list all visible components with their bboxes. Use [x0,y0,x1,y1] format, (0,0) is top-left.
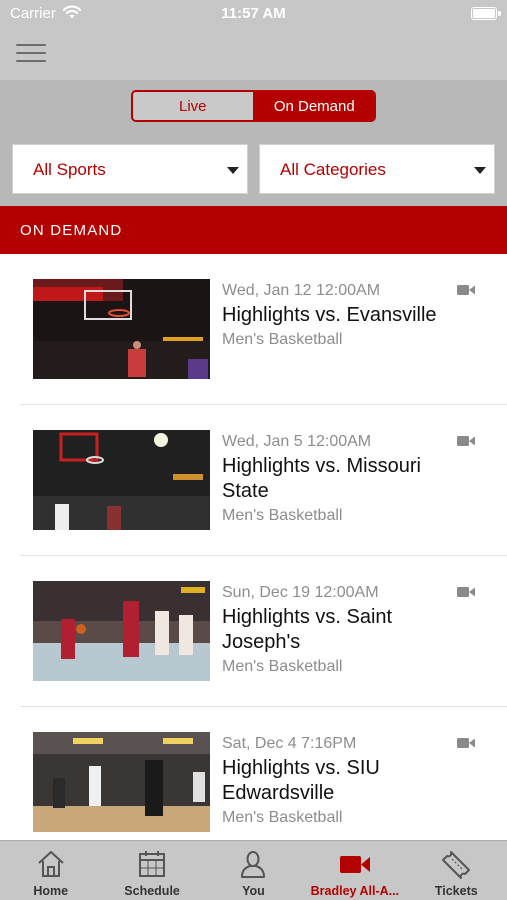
tab-schedule[interactable]: Schedule [101,841,202,900]
video-camera-icon [457,436,475,446]
video-date: Wed, Jan 5 12:00AM [222,433,372,450]
video-title: Highlights vs. Missouri State [222,455,421,502]
tab-label: Bradley All-A... [310,884,400,898]
video-camera-icon [457,587,475,597]
video-date: Wed, Jan 12 12:00AM [222,282,381,299]
tab-tickets[interactable]: Tickets [406,841,507,900]
status-time: 11:57 AM [221,5,286,22]
menu-icon[interactable] [16,44,46,66]
list-item[interactable]: Sat, Dec 4 7:16PM Highlights vs. SIU Edw… [20,707,507,840]
video-title: Highlights vs. SIU Edwardsville [222,757,380,804]
video-date: Sun, Dec 19 12:00AM [222,584,379,601]
section-header: ON DEMAND [0,206,507,254]
video-thumbnail [33,430,210,530]
video-sport: Men's Basketball [222,507,343,524]
video-camera-icon [457,285,475,295]
video-info: Sat, Dec 4 7:16PM Highlights vs. SIU Edw… [222,733,452,829]
video-title: Highlights vs. Evansville [222,304,437,326]
battery-icon [471,7,497,20]
status-bar: Carrier 11:57 AM [0,0,507,30]
video-sport: Men's Basketball [222,331,343,348]
video-info: Wed, Jan 12 12:00AM Highlights vs. Evans… [222,280,452,351]
video-info: Sun, Dec 19 12:00AM Highlights vs. Saint… [222,582,452,678]
video-camera-icon [339,856,370,873]
list-item[interactable]: Wed, Jan 12 12:00AM Highlights vs. Evans… [20,254,507,405]
live-ondemand-toggle[interactable]: Live On Demand [131,90,376,122]
tab-bradley-all-access[interactable]: Bradley All-A... [304,841,405,900]
chevron-down-icon [474,167,486,174]
live-segment[interactable]: Live [133,92,255,120]
video-title: Highlights vs. Saint Joseph's [222,606,393,653]
tab-label: Schedule [124,884,180,898]
sports-dropdown-label: All Sports [33,160,106,179]
tab-you[interactable]: You [203,841,304,900]
nav-bar [0,30,507,80]
video-sport: Men's Basketball [222,658,343,675]
chevron-down-icon [227,167,239,174]
tab-label: You [242,884,265,898]
video-camera-icon [457,738,475,748]
sports-dropdown[interactable]: All Sports [12,144,248,194]
ticket-icon [442,851,471,879]
home-icon [38,851,64,877]
tab-home[interactable]: Home [0,841,101,900]
video-thumbnail [33,279,210,379]
calendar-icon [139,851,166,877]
video-sport: Men's Basketball [222,809,343,826]
video-thumbnail [33,732,210,832]
list-item[interactable]: Sun, Dec 19 12:00AM Highlights vs. Saint… [20,556,507,707]
on-demand-segment[interactable]: On Demand [254,92,374,120]
video-thumbnail [33,581,210,681]
battery-tip [498,11,501,16]
video-info: Wed, Jan 5 12:00AM Highlights vs. Missou… [222,431,452,527]
video-date: Sat, Dec 4 7:16PM [222,735,357,752]
tab-label: Home [33,884,69,898]
tab-label: Tickets [434,884,478,898]
person-icon [241,851,266,878]
list-item[interactable]: Wed, Jan 5 12:00AM Highlights vs. Missou… [20,405,507,556]
video-list[interactable]: Wed, Jan 12 12:00AM Highlights vs. Evans… [0,254,507,840]
tab-bar: Home Schedule You Bradley All-A... Ticke… [0,840,507,900]
filter-controls: Live On Demand All Sports All Categories [0,80,507,206]
categories-dropdown[interactable]: All Categories [259,144,495,194]
categories-dropdown-label: All Categories [280,160,386,179]
